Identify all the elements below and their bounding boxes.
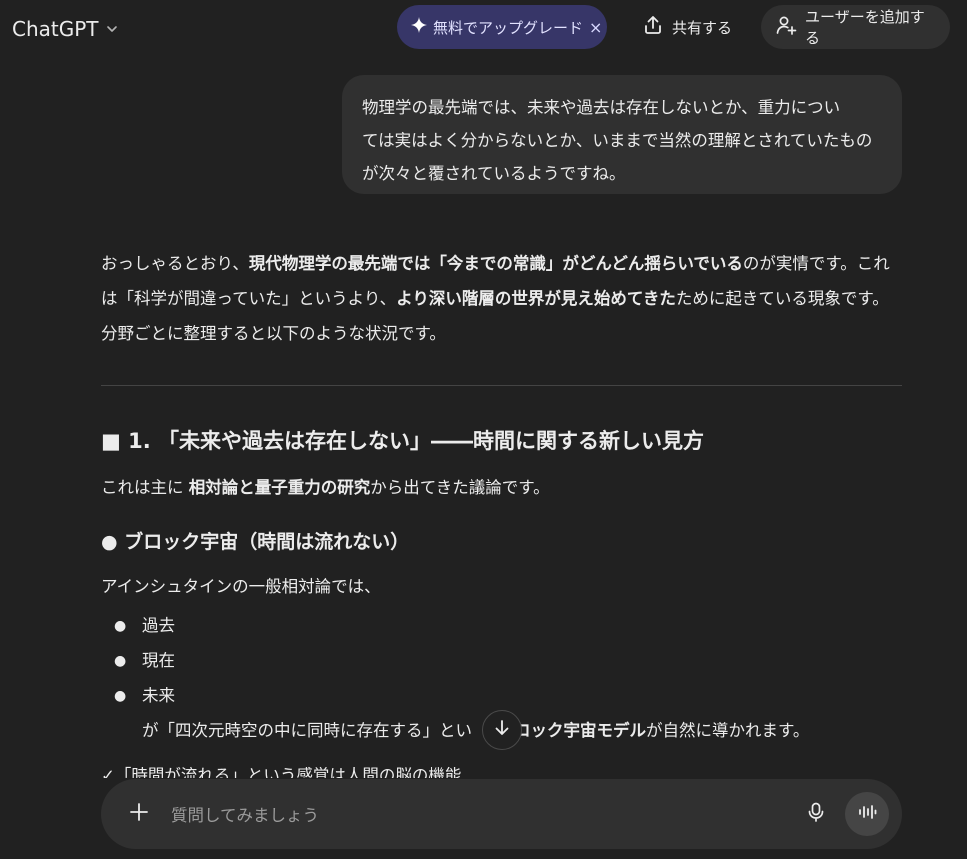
time-bullet-list: ● 過去 ● 現在 ● 未来 <box>114 612 175 717</box>
intro-text: おっしゃるとおり、 <box>101 254 249 273</box>
dictate-button[interactable] <box>798 796 834 832</box>
top-header: ChatGPT 無料でアップグレード × 共有する ユーザーを追加する <box>0 0 967 58</box>
upgrade-label: 無料でアップグレード <box>433 18 584 37</box>
intro-text: のが実情です。これ <box>742 254 890 273</box>
section-text: から出てきた議論です。 <box>370 478 550 497</box>
share-upload-icon <box>642 14 664 40</box>
user-message-line: ては実はよく分からないとか、いままで当然の理解とされていたもの <box>362 131 873 150</box>
user-message-bubble: 物理学の最先端では、未来や過去は存在しないとか、重力につい ては実はよく分からな… <box>342 75 902 194</box>
block-universe-text: が「四次元時空の中に同時に存在する」とい ロック宇宙モデルが自然に導かれます。 <box>142 717 809 741</box>
sparkle-icon <box>411 16 427 38</box>
share-button[interactable]: 共有する <box>632 5 748 49</box>
plus-icon <box>128 801 150 827</box>
upgrade-banner[interactable]: 無料でアップグレード × <box>397 5 607 49</box>
chevron-down-icon <box>105 22 119 36</box>
block-text: が「四次元時空の中に同時に存在する」とい <box>142 721 472 740</box>
add-user-icon <box>775 14 797 40</box>
list-item: ● 過去 <box>114 612 175 647</box>
share-label: 共有する <box>672 18 733 37</box>
subheading: ● ブロック宇宙（時間は流れない） <box>101 531 410 553</box>
close-icon[interactable]: × <box>589 18 602 37</box>
model-selector[interactable]: ChatGPT <box>12 14 119 44</box>
section-text: これは主に <box>101 478 189 497</box>
add-user-button[interactable]: ユーザーを追加する <box>761 5 950 49</box>
block-text: が自然に導かれます。 <box>646 721 810 740</box>
intro-bold: より深い階層の世界が見え始めてきた <box>396 289 676 308</box>
intro-text: ために起きている現象です。 <box>675 289 889 308</box>
list-item-text: 現在 <box>142 651 175 670</box>
arrow-down-icon <box>492 718 512 742</box>
section-intro: これは主に 相対論と量子重力の研究から出てきた議論です。 <box>101 474 550 498</box>
user-message-line: 物理学の最先端では、未来や過去は存在しないとか、重力につい <box>362 98 841 117</box>
list-item: ● 未来 <box>114 682 175 717</box>
section-bold: 相対論と量子重力の研究 <box>188 478 371 497</box>
microphone-icon <box>805 801 827 827</box>
intro-text: は「科学が間違っていた」というより、 <box>101 289 397 308</box>
einstein-text: アインシュタインの一般相対論では、 <box>101 577 381 596</box>
attach-button[interactable] <box>121 796 157 832</box>
divider <box>101 385 902 386</box>
add-user-label: ユーザーを追加する <box>805 8 925 47</box>
list-item-text: 未来 <box>142 686 175 705</box>
intro-bold: 現代物理学の最先端では「今までの常識」がどんどん揺らいでいる <box>248 254 743 273</box>
intro-line-3: 分野ごとに整理すると以下のような状況です。 <box>101 324 446 343</box>
section-heading: ■ 1. 「未来や過去は存在しない」――時間に関する新しい見方 <box>101 429 705 453</box>
voice-waveform-icon <box>856 801 878 827</box>
bullet-dot: ● <box>114 618 127 634</box>
bullet-dot: ● <box>114 688 127 704</box>
assistant-intro: おっしゃるとおり、現代物理学の最先端では「今までの常識」がどんどん揺らいでいるの… <box>101 246 906 351</box>
bullet-dot: ● <box>114 653 127 669</box>
list-item: ● 現在 <box>114 647 175 682</box>
model-name: ChatGPT <box>12 17 99 41</box>
scroll-down-button[interactable] <box>482 710 522 750</box>
prompt-input[interactable] <box>169 801 773 829</box>
voice-mode-button[interactable] <box>845 792 889 836</box>
list-item-text: 過去 <box>142 616 175 635</box>
user-message-line: が次々と覆されているようですね。 <box>362 164 626 183</box>
composer <box>101 779 902 849</box>
intro-line-1: おっしゃるとおり、現代物理学の最先端では「今までの常識」がどんどん揺らいでいるの… <box>101 246 906 281</box>
block-bold: ロック宇宙モデル <box>514 721 646 740</box>
intro-line-2: は「科学が間違っていた」というより、より深い階層の世界が見え始めてきたために起き… <box>101 281 906 316</box>
